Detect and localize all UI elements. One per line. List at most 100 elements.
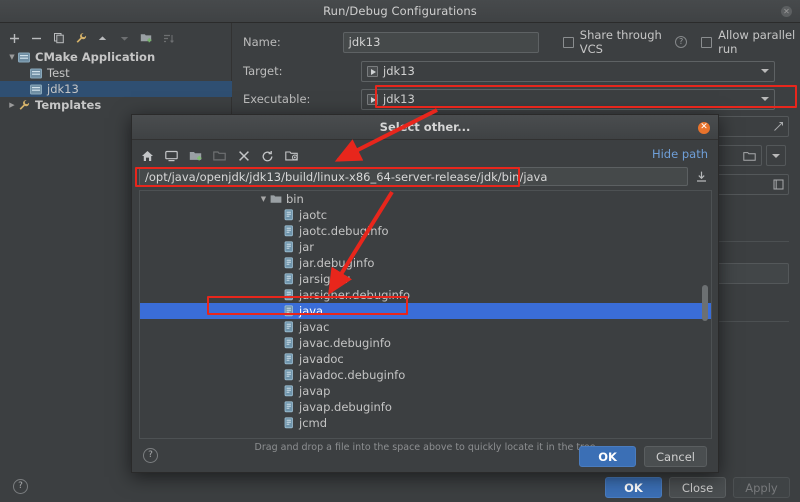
file-icon (282, 209, 296, 221)
file-icon (282, 417, 296, 429)
file-tree-row[interactable]: javap.debuginfo (140, 399, 711, 415)
file-tree-scrollbar[interactable] (702, 193, 708, 438)
twisty-icon[interactable]: ▶ (6, 101, 18, 109)
dialog-close-icon[interactable]: ✕ (698, 122, 710, 134)
home-icon[interactable] (140, 149, 155, 164)
apply-button[interactable]: Apply (733, 477, 790, 498)
twisty-icon[interactable]: ▼ (258, 195, 269, 203)
file-icon (282, 257, 296, 269)
file-tree-row[interactable]: jar.debuginfo (140, 255, 711, 271)
ok-button[interactable]: OK (605, 477, 662, 498)
file-tree-row[interactable]: jar (140, 239, 711, 255)
allow-parallel-box[interactable] (701, 36, 713, 48)
share-vcs-help-icon[interactable]: ? (675, 36, 688, 48)
tree-item-test[interactable]: Test (0, 65, 232, 81)
file-tree-row[interactable]: jaotc.debuginfo (140, 223, 711, 239)
file-tree-row[interactable]: jcmd (140, 415, 711, 431)
tree-item-cmake-application[interactable]: ▼ CMake Application (0, 49, 232, 65)
delete-icon[interactable] (236, 149, 251, 164)
file-tree-row-label: javac (299, 320, 330, 334)
folder-add-icon[interactable] (138, 30, 155, 47)
file-tree-row[interactable]: javadoc.debuginfo (140, 367, 711, 383)
tree-item-jdk13[interactable]: jdk13 (0, 81, 232, 97)
sort-icon[interactable] (160, 30, 177, 47)
tree-item-label: Test (47, 66, 70, 80)
executable-combo[interactable]: jdk13 (361, 88, 775, 110)
share-vcs-box[interactable] (562, 36, 574, 48)
chevron-down-icon[interactable] (761, 97, 769, 101)
wrench-icon[interactable] (72, 30, 89, 47)
folder-icon[interactable] (212, 149, 227, 164)
file-tree-rows[interactable]: ▼ bin jaotc jaotc.debuginfo jar jar.debuginfo… (140, 191, 711, 431)
remove-button[interactable] (28, 30, 45, 47)
configurations-tree[interactable]: ▼ CMake Application Test jdk13 ▶ Templat… (0, 49, 232, 113)
file-icon (282, 337, 296, 349)
window-close-icon[interactable]: ✕ (781, 6, 792, 17)
show-hidden-icon[interactable] (284, 149, 299, 164)
file-tree-row[interactable]: ▼ bin (140, 191, 711, 207)
file-tree-row[interactable]: javadoc (140, 351, 711, 367)
file-tree-row-label: jcmd (299, 416, 328, 430)
target-combo[interactable]: jdk13 (361, 60, 775, 82)
dialog-titlebar: Select other... ✕ (132, 115, 718, 140)
file-tree-row[interactable]: jarsigner (140, 271, 711, 287)
select-other-dialog: Select other... ✕ Hide path /opt/java/op… (131, 114, 719, 473)
working-directory-dropdown[interactable] (766, 145, 786, 166)
file-tree-row[interactable]: jaotc (140, 207, 711, 223)
add-button[interactable] (6, 30, 23, 47)
main-footer: ? OK Close Apply (0, 473, 800, 502)
new-folder-icon[interactable] (188, 149, 203, 164)
folder-icon[interactable] (743, 151, 756, 162)
refresh-icon[interactable] (260, 149, 275, 164)
download-icon[interactable] (693, 168, 710, 185)
scrollbar-thumb[interactable] (702, 285, 708, 321)
path-input[interactable]: /opt/java/openjdk/jdk13/build/linux-x86_… (139, 167, 688, 186)
file-icon (282, 289, 296, 301)
file-tree-row-label: javadoc.debuginfo (299, 368, 406, 382)
file-tree-row-selected[interactable]: java (140, 303, 711, 319)
tree-item-label: jdk13 (47, 82, 79, 96)
executable-value: jdk13 (383, 92, 415, 106)
copy-button[interactable] (50, 30, 67, 47)
run-config-icon (367, 93, 378, 105)
file-tree-row-label: jar.debuginfo (299, 256, 375, 270)
file-chooser-toolbar (140, 145, 299, 167)
hide-path-link[interactable]: Hide path (652, 147, 708, 161)
dialog-help-icon[interactable]: ? (143, 448, 158, 463)
edit-list-icon[interactable] (773, 179, 784, 190)
file-tree-row-label: javac.debuginfo (299, 336, 391, 350)
share-vcs-checkbox[interactable]: Share through VCS (562, 28, 669, 56)
expand-icon[interactable] (773, 121, 784, 132)
name-input[interactable]: jdk13 (342, 31, 539, 53)
help-icon[interactable]: ? (13, 479, 28, 494)
desktop-icon[interactable] (164, 149, 179, 164)
window-titlebar: Run/Debug Configurations ✕ (0, 0, 800, 23)
tree-item-templates[interactable]: ▶ Templates (0, 97, 232, 113)
file-tree-row[interactable]: javac (140, 319, 711, 335)
twisty-icon[interactable]: ▼ (6, 53, 18, 61)
file-tree-row[interactable]: javac.debuginfo (140, 335, 711, 351)
file-icon (282, 353, 296, 365)
file-tree-row-label: jaotc (299, 208, 328, 222)
file-icon (282, 225, 296, 237)
file-tree-row-label: jar (299, 240, 314, 254)
allow-parallel-label: Allow parallel run (718, 28, 796, 56)
chevron-down-icon[interactable] (772, 153, 780, 158)
target-label: Target: (243, 64, 283, 78)
move-up-button[interactable] (94, 30, 111, 47)
file-tree-row[interactable]: javap (140, 383, 711, 399)
name-label: Name: (243, 35, 281, 49)
executable-label: Executable: (243, 92, 311, 106)
file-tree[interactable]: ▼ bin jaotc jaotc.debuginfo jar jar.debuginfo… (139, 190, 712, 439)
file-tree-row[interactable]: jarsigner.debuginfo (140, 287, 711, 303)
close-button[interactable]: Close (669, 477, 726, 498)
file-icon (282, 369, 296, 381)
executable-row: Executable: jdk13 (233, 88, 800, 110)
chevron-down-icon[interactable] (761, 69, 769, 73)
main-footer-buttons: OK Close Apply (605, 477, 790, 498)
dialog-title: Select other... (379, 120, 471, 134)
allow-parallel-checkbox[interactable]: Allow parallel run (701, 28, 800, 56)
dialog-ok-button[interactable]: OK (579, 446, 637, 467)
dialog-cancel-button[interactable]: Cancel (644, 446, 707, 467)
move-down-button[interactable] (116, 30, 133, 47)
